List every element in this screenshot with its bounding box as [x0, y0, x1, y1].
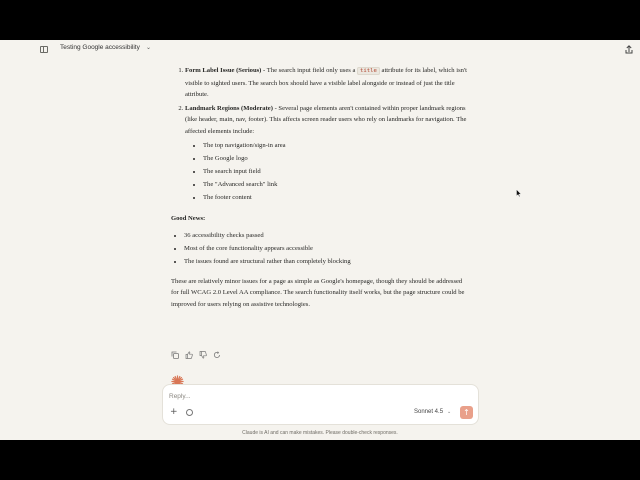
model-selector[interactable]: Sonnet 4.5	[414, 409, 443, 415]
reply-composer: + Sonnet 4.5 ⌄ ↑	[162, 384, 479, 425]
list-item: Most of the core functionality appears a…	[184, 242, 471, 255]
add-attachment-button[interactable]: +	[170, 407, 178, 417]
issue-text: - The search input field only uses a	[261, 67, 358, 74]
list-item: The search input field	[203, 165, 471, 178]
chat-header: Testing Google accessibility ⌄	[0, 40, 640, 60]
chevron-down-icon[interactable]: ⌄	[447, 409, 451, 415]
assistant-message: Form Label Issue (Serious) - The search …	[171, 65, 471, 310]
chat-title[interactable]: Testing Google accessibility	[60, 44, 140, 51]
issue-heading: Form Label Issue (Serious)	[185, 67, 262, 74]
app-window: Testing Google accessibility ⌄ Form Labe…	[0, 40, 640, 440]
sidebar-toggle-icon[interactable]	[40, 46, 48, 53]
tools-icon[interactable]	[186, 409, 193, 416]
list-item: 36 accessibility checks passed	[184, 229, 471, 242]
chevron-down-icon[interactable]: ⌄	[146, 44, 151, 51]
good-news-list: 36 accessibility checks passed Most of t…	[171, 229, 471, 268]
issue-heading: Landmark Regions (Moderate)	[185, 104, 273, 112]
summary-paragraph: These are relatively minor issues for a …	[171, 277, 465, 308]
message-actions	[171, 351, 221, 359]
share-icon[interactable]	[624, 44, 634, 54]
list-item: The Google logo	[203, 152, 471, 165]
issues-list: Form Label Issue (Serious) - The search …	[171, 65, 471, 204]
list-item: The "Advanced search" link	[203, 178, 471, 191]
reply-input[interactable]	[169, 390, 369, 402]
copy-icon[interactable]	[171, 351, 179, 359]
issue-item-form-label: Form Label Issue (Serious) - The search …	[185, 65, 471, 101]
list-item: The top navigation/sign-in area	[203, 139, 471, 152]
list-item: The footer content	[203, 191, 471, 204]
disclaimer: Claude is AI and can make mistakes. Plea…	[242, 430, 398, 436]
send-button[interactable]: ↑	[460, 406, 473, 419]
issue-item-landmark: Landmark Regions (Moderate) - Several pa…	[185, 103, 471, 205]
good-news-heading: Good News:	[171, 215, 206, 222]
thumbs-down-icon[interactable]	[199, 351, 207, 359]
inline-code: title	[357, 67, 380, 75]
list-item: The issues found are structural rather t…	[184, 255, 471, 268]
retry-icon[interactable]	[213, 351, 221, 359]
thumbs-up-icon[interactable]	[185, 351, 193, 359]
mouse-cursor-icon	[516, 189, 522, 197]
affected-elements-list: The top navigation/sign-in area The Goog…	[185, 139, 471, 204]
